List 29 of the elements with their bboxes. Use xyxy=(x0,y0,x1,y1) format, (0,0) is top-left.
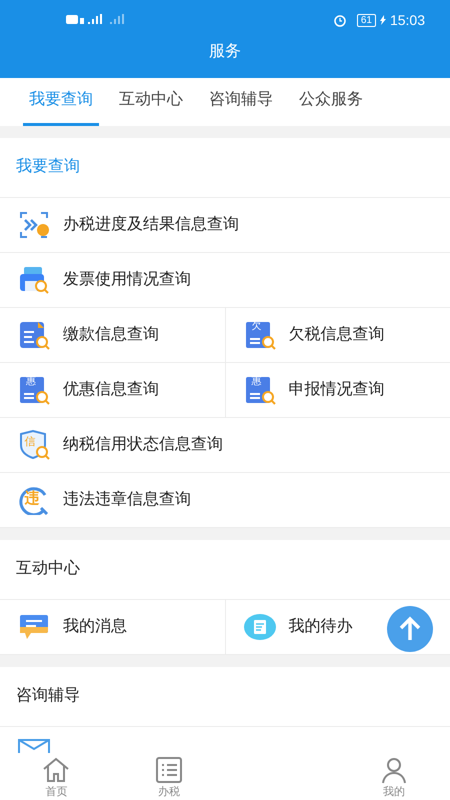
service-item[interactable]: 信 纳税信用状态信息查询 xyxy=(0,418,450,472)
section-title: 互动中心 xyxy=(16,558,80,579)
battery-level: 61 xyxy=(356,14,376,26)
service-item[interactable]: 惠 申报情况查询 xyxy=(226,362,450,416)
section-title: 咨询辅导 xyxy=(16,686,80,706)
nav-item[interactable]: 首页 xyxy=(0,754,112,800)
section-title: 我要查询 xyxy=(16,156,80,177)
service-item[interactable]: 办税进度及结果信息查询 xyxy=(0,198,450,252)
todo-document-icon xyxy=(242,612,276,642)
service-item[interactable]: 违 违法违章信息查询 xyxy=(0,472,450,526)
alarm-icon xyxy=(332,13,347,27)
service-item[interactable]: 我的消息 xyxy=(0,600,224,654)
tab[interactable]: 咨询辅导 xyxy=(203,78,279,126)
service-item[interactable]: 惠 优惠信息查询 xyxy=(0,362,224,416)
service-item[interactable]: 发票使用情况查询 xyxy=(0,252,450,306)
charging-icon xyxy=(380,15,386,25)
tab[interactable]: 互动中心 xyxy=(113,78,189,126)
printer-search-icon xyxy=(17,264,51,294)
progress-search-icon xyxy=(17,210,51,240)
document-search-icon xyxy=(17,320,51,350)
up-arrow-icon xyxy=(398,616,422,642)
page-title: 服务 xyxy=(209,42,241,62)
home-icon xyxy=(41,756,72,784)
service-item[interactable]: 缴款信息查询 xyxy=(0,308,224,362)
clock-time: 15:03 xyxy=(390,10,425,30)
tab[interactable]: 公众服务 xyxy=(293,78,369,126)
list-icon xyxy=(154,756,184,784)
nav-item[interactable]: 办税 xyxy=(112,754,225,800)
nav-item[interactable]: 我的 xyxy=(338,754,450,800)
